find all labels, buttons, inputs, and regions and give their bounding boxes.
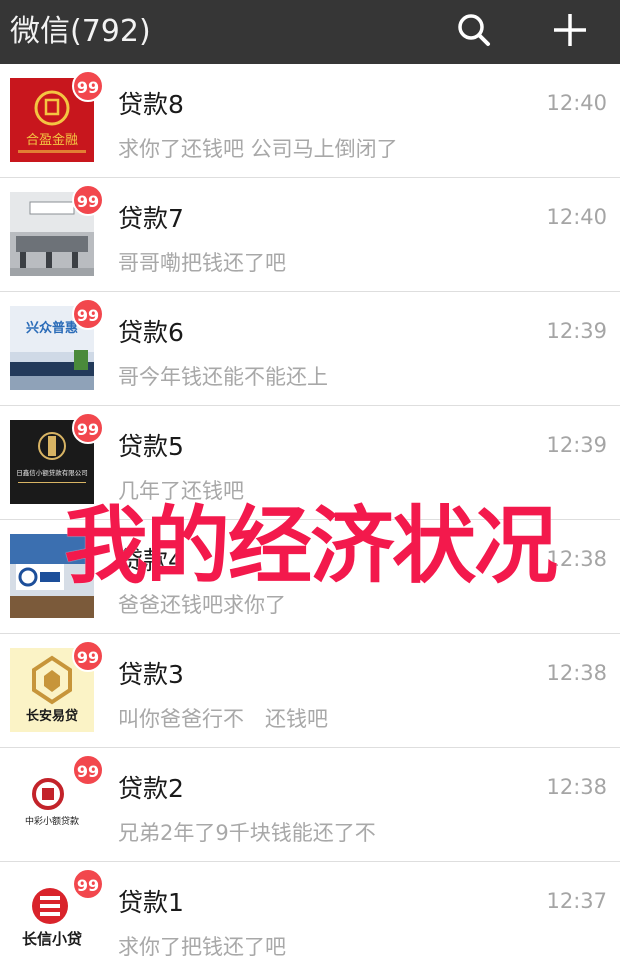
- chat-name: 贷款1: [118, 888, 184, 917]
- chat-time: 12:40: [546, 91, 607, 115]
- chat-time: 12:39: [546, 319, 607, 343]
- add-button[interactable]: [548, 8, 592, 52]
- chat-name: 贷款6: [118, 318, 184, 347]
- chat-preview: 兄弟2年了9千块钱能还了不: [118, 821, 376, 845]
- unread-badge: 99: [72, 70, 104, 102]
- chat-name: 贷款7: [118, 204, 184, 233]
- chat-preview: 哥哥嘞把钱还了吧: [118, 251, 286, 275]
- unread-badge: 99: [72, 868, 104, 900]
- chat-row[interactable]: 中彩小额贷款 99 贷款2 12:38 兄弟2年了9千块钱能还了不: [0, 748, 620, 862]
- chat-name: 贷款2: [118, 774, 184, 803]
- avatar-label: 合盈金融: [26, 132, 78, 148]
- unread-badge: 99: [72, 640, 104, 672]
- chat-row[interactable]: 兴众普惠 99 贷款6 12:39 哥今年钱还能不能还上: [0, 292, 620, 406]
- chat-time: 12:40: [546, 205, 607, 229]
- search-button[interactable]: [452, 8, 496, 52]
- chat-row[interactable]: 长信小贷 99 贷款1 12:37 求你了把钱还了吧: [0, 862, 620, 964]
- overlay-caption: 我的经济状况: [63, 497, 558, 595]
- plus-icon: [554, 14, 586, 46]
- avatar-label: 长安易贷: [26, 708, 78, 724]
- chat-name: 贷款3: [118, 660, 184, 689]
- avatar-label: 长信小贷: [22, 930, 82, 948]
- chat-time: 12:39: [546, 433, 607, 457]
- search-icon: [458, 14, 490, 46]
- chat-row[interactable]: 长安易贷 99 贷款3 12:38 叫你爸爸行不 还钱吧: [0, 634, 620, 748]
- unread-badge: 99: [72, 412, 104, 444]
- chat-row[interactable]: 合盈金融 99 贷款8 12:40 求你了还钱吧 公司马上倒闭了: [0, 64, 620, 178]
- chat-name: 贷款5: [118, 432, 184, 461]
- unread-badge: 99: [72, 184, 104, 216]
- chat-time: 12:38: [546, 775, 607, 799]
- chat-preview: 求你了把钱还了吧: [118, 935, 286, 959]
- top-bar: 微信(792): [0, 0, 620, 64]
- unread-badge: 99: [72, 298, 104, 330]
- chat-preview: 叫你爸爸行不 还钱吧: [118, 707, 328, 731]
- avatar-label: 兴众普惠: [26, 320, 78, 336]
- chat-time: 12:37: [546, 889, 607, 913]
- chat-row[interactable]: 99 贷款7 12:40 哥哥嘞把钱还了吧: [0, 178, 620, 292]
- app-title: 微信(792): [10, 14, 151, 49]
- unread-badge: 99: [72, 754, 104, 786]
- chat-name: 贷款8: [118, 90, 184, 119]
- chat-preview: 哥今年钱还能不能还上: [118, 365, 328, 389]
- avatar-label: 日鑫信小额贷款有限公司: [16, 468, 88, 477]
- avatar-label: 中彩小额贷款: [25, 815, 79, 827]
- chat-preview: 求你了还钱吧 公司马上倒闭了: [118, 137, 398, 161]
- chat-time: 12:38: [546, 661, 607, 685]
